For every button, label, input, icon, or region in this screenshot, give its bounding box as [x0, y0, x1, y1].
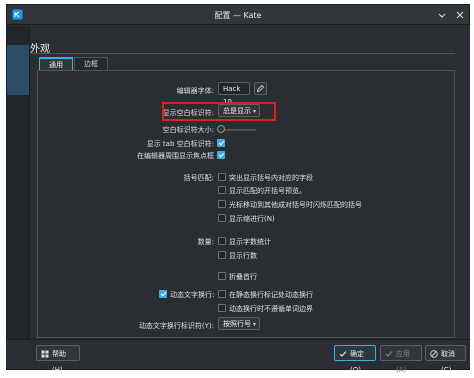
wrap-indicator-select[interactable]: 按照行号 ▾	[218, 317, 260, 330]
highlight-box	[162, 102, 276, 121]
bracket-option-checkbox[interactable]	[218, 173, 226, 181]
category-sidebar	[7, 26, 30, 344]
tab-borders[interactable]: 边框	[74, 57, 108, 70]
help-button-label: 帮助(H)	[52, 350, 66, 374]
cancel-button-label: 取消(C)	[441, 350, 455, 374]
sidebar-item-appearance[interactable]	[7, 45, 29, 95]
window-title: 配置 — Kate	[214, 11, 262, 20]
apply-button-label: 应用(A)	[396, 350, 410, 374]
whitespace-size-track[interactable]	[220, 129, 256, 131]
bracket-option-checkbox[interactable]	[218, 214, 226, 222]
cancel-icon	[430, 350, 438, 358]
bracket-option-label: 显示匹配的开括号预览。	[229, 187, 306, 195]
ok-button[interactable]: 确定(O)	[334, 345, 376, 374]
wrap-indicator-label: 动态文字换行标识符(Y):	[138, 322, 214, 330]
wrap-indicator-value: 按照行号	[223, 320, 251, 328]
pencil-icon	[256, 84, 265, 93]
editor-font-label: 编辑器字体:	[176, 87, 214, 95]
tab-general[interactable]: 通用	[39, 57, 73, 70]
show-tab-label: 显示 tab 空白标识符:	[146, 140, 214, 148]
fold-first-line-label: 折叠首行	[229, 273, 257, 281]
show-focus-frame-checkbox[interactable]	[217, 151, 225, 159]
editor-font-field[interactable]: Hack 10	[218, 82, 250, 106]
section-divider	[30, 53, 455, 54]
dynamic-wrap-checkbox[interactable]	[159, 290, 167, 298]
wrap-at-marker-label: 在静态换行标记处动态换行	[229, 291, 313, 299]
counts-label: 数量:	[197, 238, 214, 246]
ignore-word-boundary-checkbox[interactable]	[218, 304, 226, 312]
whitespace-size-slider-handle[interactable]	[217, 125, 225, 133]
show-focus-frame-label: 在编辑器周围显示焦点框	[137, 152, 214, 160]
show-tab-checkbox[interactable]	[217, 139, 225, 147]
chevron-down-icon: ▾	[252, 321, 256, 328]
checkmark-icon	[339, 351, 347, 357]
line-count-checkbox[interactable]	[218, 251, 226, 259]
line-count-label: 显示行数	[229, 252, 257, 260]
dialog-footer: 帮助(H) 确定(O) 应用(A) 取消(C)	[6, 339, 470, 374]
whitespace-size-label: 空白标识符大小:	[162, 126, 214, 134]
checkmark-icon	[385, 351, 393, 357]
bracket-matching-label: 括号匹配:	[183, 174, 214, 182]
fold-first-line-checkbox[interactable]	[218, 272, 226, 280]
apply-button[interactable]: 应用(A)	[380, 345, 422, 374]
scrollbar[interactable]	[465, 26, 470, 344]
bracket-option-checkbox[interactable]	[218, 200, 226, 208]
minimize-chevron-icon[interactable]	[436, 9, 448, 21]
title-bar: 配置 — Kate	[7, 5, 469, 25]
dynamic-wrap-label: 动态文字换行:	[170, 291, 215, 299]
bracket-option-checkbox[interactable]	[218, 186, 226, 194]
bracket-option-label: 突出显示括号内对应的字段	[229, 174, 313, 182]
bracket-option-label: 光标移动到其他成对括号时闪烁匹配的括号	[229, 201, 362, 209]
ignore-word-boundary-label: 动态换行时不遵循单词边界	[229, 305, 313, 313]
help-button[interactable]: 帮助(H)	[36, 345, 80, 374]
ok-button-label: 确定(O)	[350, 350, 364, 374]
wrap-at-marker-checkbox[interactable]	[218, 290, 226, 298]
word-count-label: 显示字数统计	[229, 238, 271, 246]
cancel-button[interactable]: 取消(C)	[425, 345, 466, 374]
help-grid-icon	[41, 350, 49, 358]
bracket-option-label: 显示缩进行(N)	[229, 215, 275, 223]
word-count-checkbox[interactable]	[218, 237, 226, 245]
choose-font-button[interactable]	[254, 82, 267, 95]
close-icon[interactable]	[454, 9, 466, 21]
